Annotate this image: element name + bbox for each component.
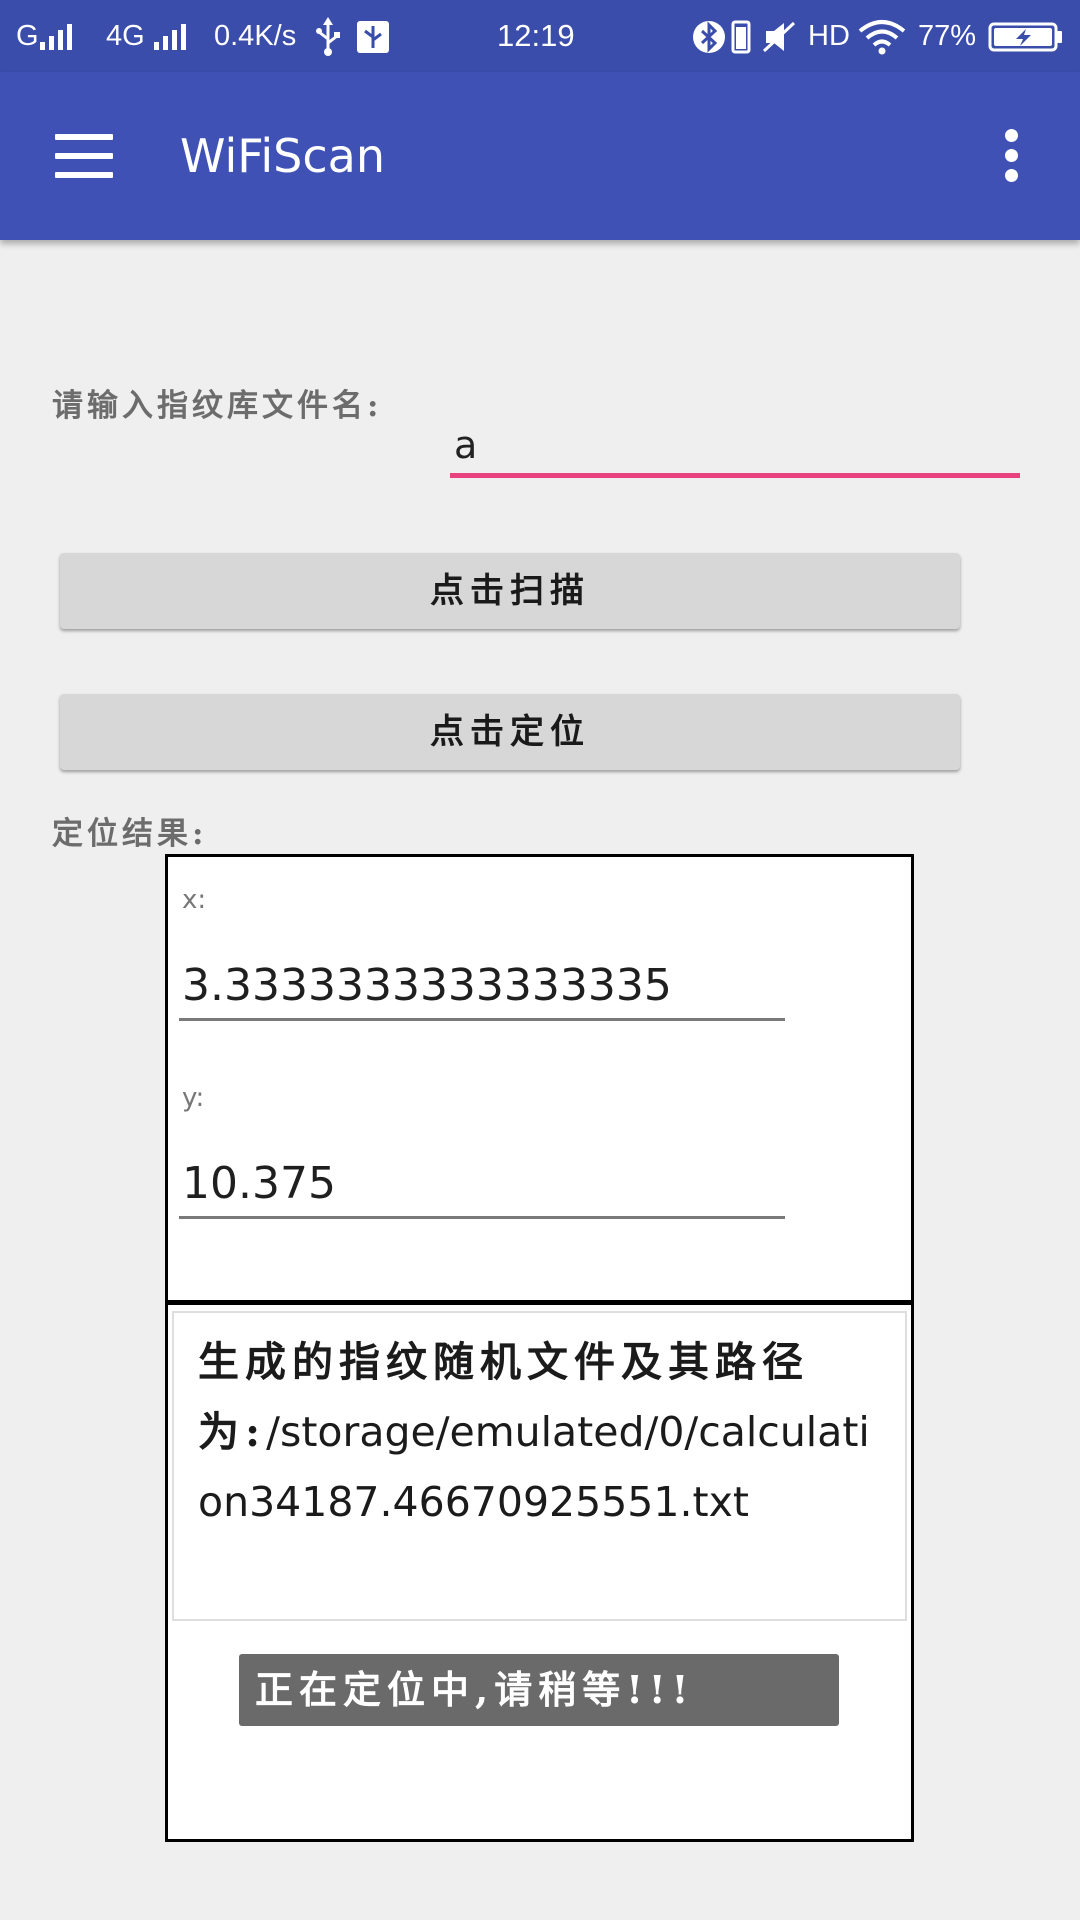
usb-debug-icon: [356, 0, 390, 72]
battery-percent: 77%: [918, 20, 977, 52]
network-type-label: 4G: [106, 20, 145, 52]
hd-label: HD: [808, 20, 850, 52]
vibrate-icon: [730, 0, 752, 72]
locating-toast: 正在定位中,请稍等!!!: [239, 1654, 839, 1726]
scan-button[interactable]: 点击扫描: [60, 553, 960, 629]
coordinates-section: x: 3.3333333333333335 y: 10.375: [168, 857, 911, 1305]
y-label: y:: [182, 1083, 205, 1113]
signal-icon: [38, 0, 90, 72]
hamburger-menu-icon[interactable]: [55, 134, 113, 178]
app-bar: WiFiScan: [0, 72, 1080, 240]
signal-icon-2: [152, 0, 198, 72]
clock: 12:19: [497, 18, 575, 53]
x-value-field[interactable]: 3.3333333333333335: [179, 951, 785, 1021]
network-speed-label: 0.4K/s: [214, 20, 297, 52]
mute-icon: [762, 0, 796, 72]
battery-charging-icon: [988, 0, 1064, 72]
carrier-label: G: [16, 20, 39, 52]
wifi-icon: [858, 0, 906, 72]
more-vert-icon[interactable]: [998, 127, 1030, 185]
status-bar: G 4G 0.4K/s 12:19 HD 77%: [0, 0, 1080, 72]
usb-icon: [314, 0, 342, 72]
result-label: 定位结果:: [52, 816, 208, 852]
bluetooth-icon: [692, 0, 726, 72]
y-value-field[interactable]: 10.375: [179, 1149, 785, 1219]
app-title: WiFiScan: [180, 129, 385, 183]
result-panel: x: 3.3333333333333335 y: 10.375 生成的指纹随机文…: [165, 854, 914, 1842]
locate-button[interactable]: 点击定位: [60, 694, 960, 770]
file-path-text: /storage/emulated/0/calculation34187.466…: [198, 1408, 870, 1526]
filename-label: 请输入指纹库文件名:: [52, 388, 383, 424]
file-path-message: 生成的指纹随机文件及其路径为:/storage/emulated/0/calcu…: [172, 1311, 907, 1621]
filename-input[interactable]: [450, 416, 1020, 478]
x-label: x:: [182, 885, 207, 915]
